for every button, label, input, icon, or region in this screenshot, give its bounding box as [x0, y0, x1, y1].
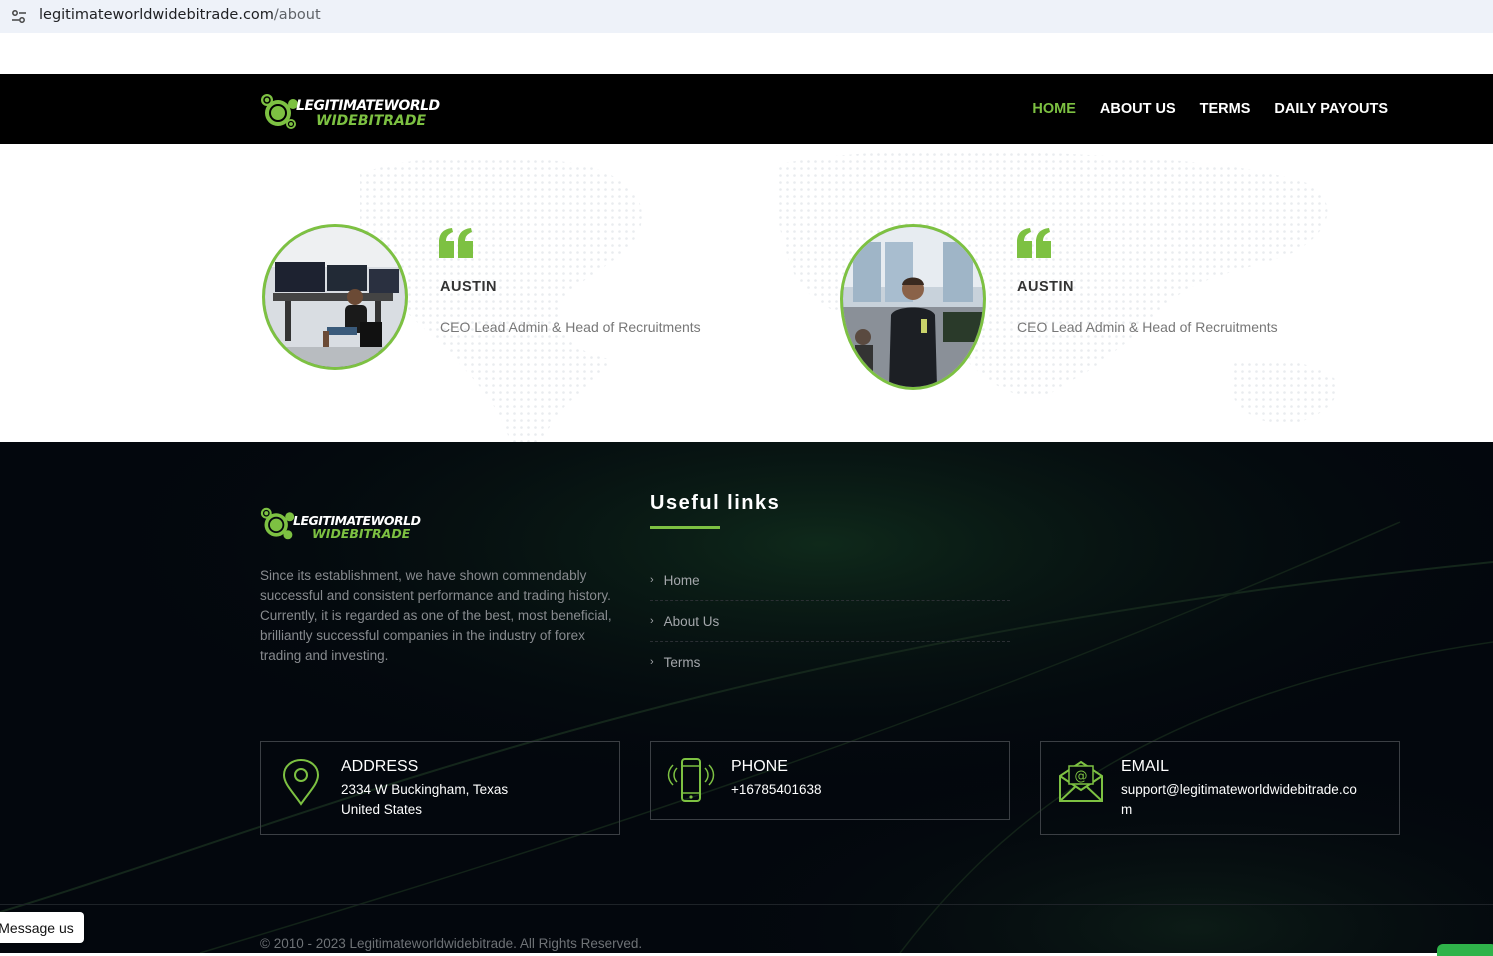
url-text[interactable]: legitimateworldwidebitrade.com/about: [39, 7, 321, 23]
chevron-right-icon: ›: [650, 656, 654, 668]
address-value: 2334 W Buckingham, Texas United States: [341, 780, 508, 820]
useful-links-list: › Home › About Us › Terms: [650, 560, 1010, 682]
email-title: EMAIL: [1121, 758, 1170, 775]
footer-link-terms[interactable]: › Terms: [650, 642, 1010, 682]
nav-terms[interactable]: TERMS: [1200, 101, 1251, 117]
logo-line2: WIDEBITRADE: [312, 526, 411, 541]
svg-text:@: @: [1075, 769, 1088, 784]
logo-line1: LEGITIMATEWORLD: [296, 98, 440, 114]
quote-icon: [439, 228, 473, 258]
logo-bubbles-icon: [261, 94, 298, 129]
member-name: AUSTIN: [440, 279, 497, 295]
title-underline: [650, 526, 720, 529]
email-value[interactable]: support@legitimateworldwidebitrade.co m: [1121, 780, 1357, 820]
logo-bubbles-icon: [260, 507, 295, 540]
avatar: [262, 224, 408, 370]
browser-url-bar[interactable]: legitimateworldwidebitrade.com/about: [0, 0, 1493, 33]
chevron-right-icon: ›: [650, 615, 654, 627]
team-section: AUSTIN CEO Lead Admin & Head of Recruitm…: [0, 144, 1493, 442]
nav-home[interactable]: HOME: [1032, 101, 1076, 117]
chat-widget-tab[interactable]: [1437, 944, 1493, 956]
email-card: @ EMAIL support@legitimateworldwidebitra…: [1040, 741, 1400, 835]
address-title: ADDRESS: [341, 758, 419, 775]
address-line1: 2334 W Buckingham, Texas: [341, 782, 509, 797]
envelope-icon: @: [1059, 760, 1103, 802]
site-header: LEGITIMATEWORLD WIDEBITRADE HOME ABOUT U…: [0, 74, 1493, 144]
site-logo[interactable]: LEGITIMATEWORLD WIDEBITRADE: [260, 92, 482, 132]
location-pin-icon: [282, 758, 320, 806]
site-footer: LEGITIMATEWORLD WIDEBITRADE Since its es…: [0, 442, 1493, 953]
logo-line2: WIDEBITRADE: [316, 113, 427, 129]
useful-links-title: Useful links: [650, 492, 781, 514]
phone-value[interactable]: +16785401638: [731, 780, 821, 800]
phone-icon: [667, 758, 715, 802]
link-label: Terms: [663, 654, 701, 670]
member-name: AUSTIN: [1017, 279, 1074, 295]
quote-icon: [1017, 228, 1051, 258]
email-line2: m: [1121, 802, 1133, 817]
member-role: CEO Lead Admin & Head of Recruitments: [440, 319, 701, 335]
email-line1: support@legitimateworldwidebitrade.co: [1121, 782, 1357, 797]
main-nav: HOME ABOUT US TERMS DAILY PAYOUTS: [1032, 101, 1388, 117]
chevron-right-icon: ›: [650, 574, 654, 586]
footer-logo[interactable]: LEGITIMATEWORLD WIDEBITRADE: [260, 506, 462, 544]
tune-icon[interactable]: [10, 8, 28, 26]
footer-background-map: [0, 442, 1493, 953]
copyright: © 2010 - 2023 Legitimateworldwidebitrade…: [260, 936, 643, 951]
footer-divider: [0, 904, 1493, 905]
link-label: Home: [663, 572, 700, 588]
address-line2: United States: [341, 802, 423, 817]
footer-link-home[interactable]: › Home: [650, 560, 1010, 601]
url-path: /about: [273, 7, 321, 23]
url-host: legitimateworldwidebitrade.com: [39, 7, 274, 23]
phone-card: PHONE +16785401638: [650, 741, 1010, 820]
message-us-button[interactable]: Message us: [0, 912, 84, 943]
nav-about-us[interactable]: ABOUT US: [1100, 101, 1176, 117]
member-role: CEO Lead Admin & Head of Recruitments: [1017, 319, 1278, 335]
footer-link-about-us[interactable]: › About Us: [650, 601, 1010, 642]
nav-daily-payouts[interactable]: DAILY PAYOUTS: [1274, 101, 1388, 117]
link-label: About Us: [663, 613, 720, 629]
footer-description: Since its establishment, we have shown c…: [260, 568, 612, 663]
address-card: ADDRESS 2334 W Buckingham, Texas United S…: [260, 741, 620, 835]
phone-title: PHONE: [731, 758, 788, 775]
